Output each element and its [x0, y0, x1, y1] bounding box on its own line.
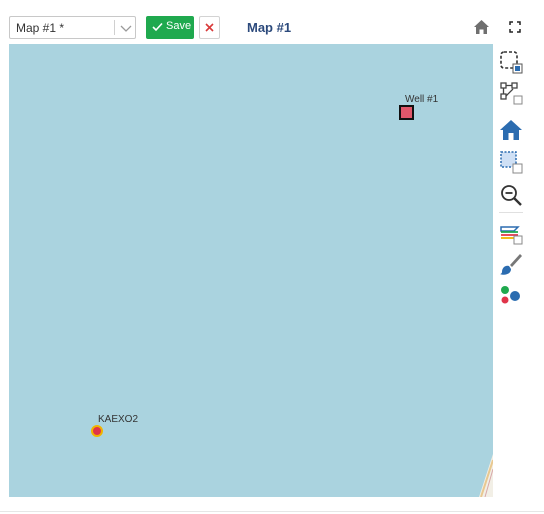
marker-label-well: Well #1 — [405, 94, 439, 105]
marker-label-kaexo2: KAEXO2 — [98, 414, 139, 425]
home-icon[interactable] — [499, 118, 523, 142]
map-title: Map #1 — [247, 20, 292, 35]
check-icon — [152, 22, 163, 32]
toolbar-separator — [499, 212, 523, 213]
map-canvas[interactable]: Well #1 KAEXO2 — [9, 44, 493, 497]
save-button[interactable]: Save — [146, 16, 194, 39]
select-area-icon[interactable] — [499, 50, 523, 74]
select-divider — [114, 20, 115, 35]
well-marker[interactable] — [399, 105, 414, 120]
close-icon — [205, 23, 214, 32]
save-button-label: Save — [166, 20, 192, 32]
style-brush-icon[interactable] — [499, 252, 523, 276]
fullscreen-icon[interactable] — [509, 21, 521, 33]
chevron-down-icon[interactable] — [118, 20, 134, 36]
land-edge — [479, 454, 493, 497]
legend-dots-icon[interactable] — [499, 284, 523, 308]
cancel-button[interactable] — [199, 16, 220, 39]
edit-shape-icon[interactable] — [499, 81, 523, 105]
map-editor: Map #1 * Save Map #1 Well #1 KAEXO2 — [0, 0, 544, 514]
bottom-divider — [0, 511, 544, 512]
kaexo2-marker[interactable] — [91, 425, 103, 437]
map-select-dropdown[interactable]: Map #1 * — [9, 16, 136, 39]
layers-icon[interactable] — [499, 222, 523, 246]
zoom-to-box-icon[interactable] — [499, 150, 523, 174]
map-select-value: Map #1 * — [16, 21, 65, 35]
home-icon[interactable] — [473, 19, 490, 35]
zoom-out-icon[interactable] — [499, 183, 523, 207]
